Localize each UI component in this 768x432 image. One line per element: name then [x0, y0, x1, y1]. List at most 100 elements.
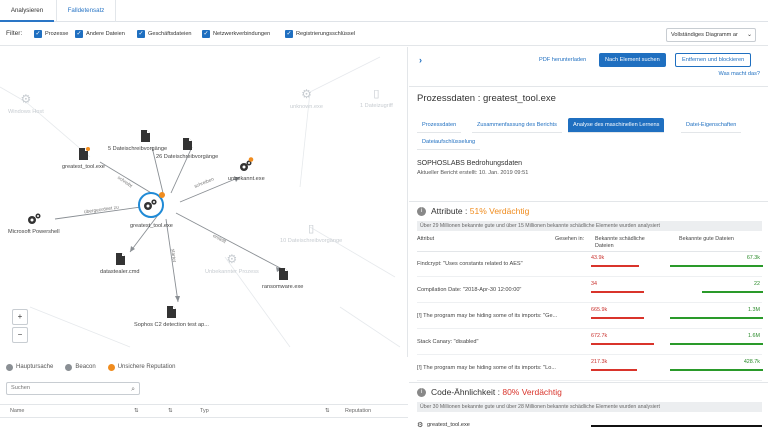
- attribute-name: [!] The program may be hiding some of it…: [417, 365, 556, 371]
- filter-processes[interactable]: ✓ Prozesse: [34, 30, 68, 38]
- attribute-row[interactable]: Findcrypt: "Uses constants related to AE…: [417, 253, 763, 277]
- file-icon: [141, 130, 150, 142]
- report-timestamp: Aktueller Bericht erstellt: 10. Jan. 201…: [417, 170, 529, 176]
- sort-icon[interactable]: ⇅: [325, 408, 330, 414]
- filter-other-files[interactable]: ✓ Andere Dateien: [75, 30, 125, 38]
- filter-business-files[interactable]: ✓ Geschäftsdateien: [137, 30, 192, 38]
- graph-node-unknown[interactable]: unbekannt.exe: [228, 157, 265, 182]
- bad-count: 665.9k: [591, 307, 608, 313]
- bad-count: 34: [591, 281, 597, 287]
- details-toolbar: › PDF herunterladen Nach Element suchen …: [409, 47, 768, 87]
- zoom-out-button[interactable]: −: [12, 327, 28, 343]
- filter-network[interactable]: ✓ Netzwerkverbindungen: [202, 30, 270, 38]
- remove-block-button[interactable]: Entfernen und blockieren: [675, 53, 752, 67]
- graph-node[interactable]: ▯ 1 Dateizugriff: [360, 87, 393, 109]
- tab-analyze[interactable]: Analysieren: [0, 0, 54, 22]
- graph-node-ransom[interactable]: ransomware.exe: [262, 267, 303, 290]
- col-type[interactable]: Typ: [200, 408, 209, 414]
- search-element-button[interactable]: Nach Element suchen: [599, 53, 666, 67]
- help-link[interactable]: Was macht das?: [719, 71, 760, 77]
- gear-icon: ⚙: [20, 92, 32, 106]
- process-graph[interactable]: übergeordnet zu schreibt schreiben erste…: [0, 47, 408, 357]
- bad-bar: [591, 291, 644, 293]
- graph-legend: Hauptursache Beacon Unsichere Reputation: [0, 358, 408, 376]
- graph-node-center[interactable]: greatest_tool.exe: [130, 190, 173, 229]
- good-count: 428.7k: [743, 359, 760, 365]
- graph-node[interactable]: ⚙ Windows Host: [8, 92, 44, 115]
- tab-report-summary[interactable]: Zusammenfassung des Berichts: [472, 118, 562, 133]
- file-icon: [278, 268, 288, 280]
- col-name[interactable]: Name: [10, 408, 24, 414]
- tab-file-breakdown[interactable]: Dateiaufschlüsselung: [417, 135, 481, 150]
- tab-case-data[interactable]: Falldetensatz: [56, 0, 116, 22]
- detail-tabs: Prozessdaten Zusammenfassung des Bericht…: [417, 118, 762, 152]
- checkbox-checked-icon[interactable]: ✓: [34, 30, 42, 38]
- attribute-section-header[interactable]: i Attribute : 51% Verdächtig: [409, 201, 768, 221]
- graph-node-tool-left[interactable]: greatest_tool.exe: [62, 147, 105, 170]
- search-input[interactable]: [11, 385, 121, 391]
- attribute-name: Compilation Date: "2018-Apr-30 12:00:00": [417, 287, 522, 293]
- code-row-name: greatest_tool.exe: [427, 422, 470, 428]
- good-count: 1.6M: [748, 333, 760, 339]
- checkbox-checked-icon[interactable]: ✓: [137, 30, 145, 38]
- diagram-select[interactable]: Vollständiges Diagramm ar ⌄: [666, 28, 756, 42]
- checkbox-checked-icon[interactable]: ✓: [75, 30, 83, 38]
- graph-node-datastealer[interactable]: datastealer.cmd: [100, 252, 140, 275]
- graph-node-powershell[interactable]: Microsoft Powershell: [8, 212, 60, 235]
- info-icon: i: [417, 207, 426, 216]
- file-icon: [79, 147, 91, 160]
- code-note: Über 30 Millionen bekannte gute und über…: [417, 402, 762, 412]
- graph-node[interactable]: ⚙ Unbekannter Prozess: [205, 252, 259, 275]
- attribute-note: Über 29 Millionen bekannte gute und über…: [417, 221, 762, 231]
- good-bar: [670, 317, 763, 319]
- zoom-in-button[interactable]: +: [12, 309, 28, 325]
- filter-registry[interactable]: ✓ Registrierungsschlüssel: [285, 30, 355, 38]
- col-reputation[interactable]: Reputation: [345, 408, 371, 414]
- sort-icon[interactable]: ⇅: [134, 408, 139, 414]
- similarity-bar: [591, 425, 762, 427]
- attribute-row[interactable]: [!] The program may be hiding some of it…: [417, 357, 763, 381]
- good-count: 22: [754, 281, 760, 287]
- code-row[interactable]: ⚙ greatest_tool.exe: [417, 421, 762, 432]
- checkbox-checked-icon[interactable]: ✓: [202, 30, 210, 38]
- graph-node-c2[interactable]: Sophos C2 detection test ap...: [134, 305, 209, 328]
- attribute-name: Findcrypt: "Uses constants related to AE…: [417, 261, 523, 267]
- search-icon[interactable]: ⌕: [131, 384, 135, 395]
- graph-node[interactable]: ⚙ unknown.exe: [290, 87, 323, 110]
- warning-icon: [107, 363, 115, 371]
- code-section-header[interactable]: i Code-Ähnlichkeit : 80% Verdächtig: [409, 382, 768, 402]
- legend-item: Hauptursache: [6, 363, 53, 371]
- graph-node-writes26[interactable]: 26 Dateischreibvorgänge: [156, 137, 218, 160]
- legend-item: Beacon: [65, 363, 96, 371]
- code-verdict: 80% Verdächtig: [502, 387, 562, 397]
- tab-ml-analysis[interactable]: Analyse des maschinellen Lernens: [568, 118, 665, 133]
- gear-icon: ⚙: [417, 422, 424, 429]
- table-header: Name ⇅ ⇅ Typ ⇅ Reputation: [0, 404, 408, 418]
- checkbox-checked-icon[interactable]: ✓: [285, 30, 293, 38]
- graph-node[interactable]: ▯ 10 Dateischreibvorgänge: [280, 222, 342, 244]
- good-count: 1.3M: [748, 307, 760, 313]
- pdf-download-link[interactable]: PDF herunterladen: [539, 57, 586, 63]
- collapse-panel-icon[interactable]: ›: [419, 55, 422, 65]
- file-icon: [183, 138, 193, 150]
- legend-item: Unsichere Reputation: [107, 363, 175, 371]
- attribute-row[interactable]: [!] The program may be hiding some of it…: [417, 305, 763, 329]
- root-cause-icon: [6, 363, 13, 371]
- sort-icon[interactable]: ⇅: [168, 408, 173, 414]
- bad-bar: [591, 369, 637, 371]
- file-icon: [115, 253, 125, 265]
- sophoslabs-title: SOPHOSLABS Bedrohungsdaten: [417, 160, 523, 167]
- filter-bar: Filter: ✓ Prozesse ✓ Andere Dateien ✓ Gesch…: [0, 24, 768, 46]
- beacon-icon: [65, 363, 73, 371]
- bad-count: 217.3k: [591, 359, 608, 365]
- attribute-row[interactable]: Compilation Date: "2018-Apr-30 12:00:00"…: [417, 279, 763, 303]
- good-count: 67.3k: [746, 255, 760, 261]
- attribute-row[interactable]: Stack Canary: "disabled" 672.7k 1.6M: [417, 331, 763, 355]
- tab-file-properties[interactable]: Datei-Eigenschaften: [681, 118, 742, 133]
- top-tab-bar: Analysieren Falldetensatz: [0, 0, 768, 22]
- attribute-table-header: Attribut Gesehen in: Bekannte schädliche…: [417, 234, 762, 252]
- search-box: ⌕: [6, 382, 140, 395]
- tab-process-data[interactable]: Prozessdaten: [417, 118, 462, 133]
- chevron-down-icon: ⌄: [746, 32, 752, 38]
- info-icon: i: [417, 388, 426, 397]
